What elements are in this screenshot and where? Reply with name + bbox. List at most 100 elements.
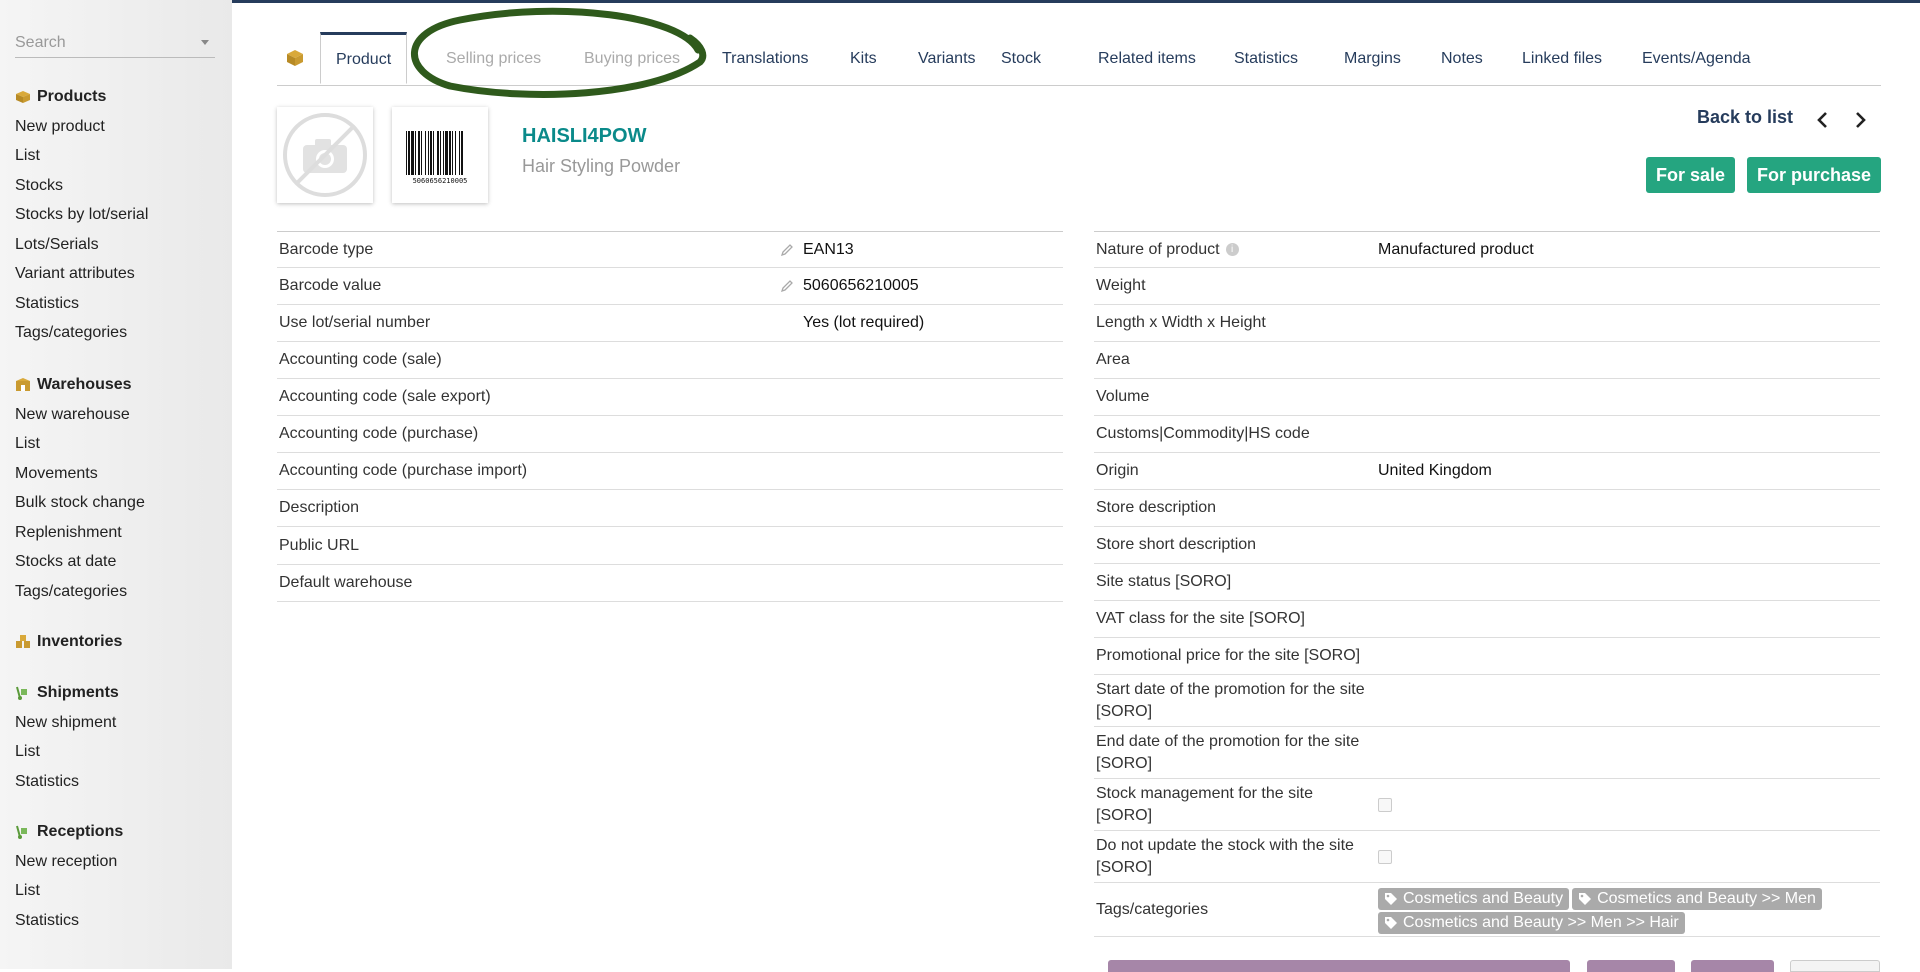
category-tag-label: Cosmetics and Beauty <box>1403 889 1564 907</box>
field-label-text: Do not update the stock with the site [S… <box>1096 836 1354 876</box>
sidebar-item[interactable]: New warehouse <box>15 400 145 430</box>
sidebar-section-inventories: Inventories <box>15 627 122 657</box>
field-row: Promotional price for the site [SORO] <box>1094 638 1880 675</box>
field-label-text: End date of the promotion for the site [… <box>1096 732 1360 772</box>
field-row: Store description <box>1094 490 1880 527</box>
field-row: Default warehouse <box>277 565 1063 602</box>
previous-arrow-icon[interactable] <box>1813 110 1833 130</box>
sidebar-section-title[interactable]: Inventories <box>15 627 122 657</box>
sidebar-item[interactable]: Stocks at date <box>15 548 145 578</box>
for-sale-badge[interactable]: For sale <box>1646 157 1736 193</box>
sidebar-item[interactable]: New reception <box>15 847 123 877</box>
category-tag[interactable]: Cosmetics and Beauty >> Men <box>1572 887 1822 910</box>
field-label-text: Area <box>1096 351 1130 368</box>
tab-kits[interactable]: Kits <box>850 32 877 85</box>
category-tag[interactable]: Cosmetics and Beauty >> Men >> Hair <box>1378 911 1685 934</box>
sidebar-item[interactable]: New shipment <box>15 708 119 738</box>
action-button[interactable] <box>1587 960 1675 972</box>
tab-translations[interactable]: Translations <box>722 32 809 85</box>
next-arrow-icon[interactable] <box>1850 110 1870 130</box>
sidebar-section-title[interactable]: Warehouses <box>15 370 145 400</box>
field-label: Do not update the stock with the site [S… <box>1096 831 1366 882</box>
field-row: Accounting code (purchase import) <box>277 453 1063 490</box>
tab-variants[interactable]: Variants <box>918 32 976 85</box>
tab-margins[interactable]: Margins <box>1344 32 1401 85</box>
sidebar-item[interactable]: List <box>15 738 119 768</box>
checkbox[interactable] <box>1378 797 1392 812</box>
sidebar-item[interactable]: Tags/categories <box>15 319 148 349</box>
field-label: Start date of the promotion for the site… <box>1096 675 1366 726</box>
field-label: Accounting code (purchase import) <box>279 462 528 479</box>
field-label: Use lot/serial number <box>279 314 431 331</box>
field-label: Accounting code (purchase) <box>279 425 479 442</box>
pencil-edit-icon[interactable] <box>780 232 794 267</box>
product-box-icon[interactable] <box>285 48 305 68</box>
field-row: Public URL <box>277 527 1063 565</box>
field-row: Length x Width x Height <box>1094 305 1880 342</box>
sidebar-item[interactable]: Statistics <box>15 289 148 319</box>
sidebar-item[interactable]: Stocks <box>15 171 148 201</box>
action-button[interactable] <box>1691 960 1774 972</box>
field-value: Manufactured product <box>1378 240 1534 258</box>
sidebar-section-title[interactable]: Products <box>15 82 148 112</box>
category-tag-label: Cosmetics and Beauty >> Men <box>1597 889 1816 907</box>
field-row: End date of the promotion for the site [… <box>1094 727 1880 779</box>
field-row: Origin United Kingdom <box>1094 453 1880 490</box>
category-tag[interactable]: Cosmetics and Beauty <box>1378 887 1570 910</box>
sidebar-section-label: Products <box>37 88 107 105</box>
tab-linked-files[interactable]: Linked files <box>1522 32 1602 85</box>
field-label: Tags/categories <box>1096 883 1366 936</box>
field-label: Promotional price for the site [SORO] <box>1096 638 1366 674</box>
category-tag-label: Cosmetics and Beauty >> Men >> Hair <box>1403 913 1679 931</box>
sidebar-item[interactable]: List <box>15 430 145 460</box>
sidebar-item[interactable]: Statistics <box>15 767 119 797</box>
box-icon <box>15 90 31 104</box>
back-to-list-link[interactable]: Back to list <box>1697 107 1793 128</box>
tab-product[interactable]: Product <box>320 32 408 84</box>
sidebar-item[interactable]: Stocks by lot/serial <box>15 201 148 231</box>
sidebar-item[interactable]: List <box>15 877 123 907</box>
field-value: 5060656210005 <box>803 277 919 294</box>
pencil-edit-icon[interactable] <box>780 268 794 304</box>
field-row: Accounting code (purchase) <box>277 416 1063 453</box>
sidebar-section-label: Shipments <box>37 684 119 701</box>
caret-down-icon[interactable] <box>201 40 209 45</box>
sidebar-item[interactable]: Bulk stock change <box>15 489 145 519</box>
action-button[interactable] <box>1108 960 1570 972</box>
tab-related-items[interactable]: Related items <box>1098 32 1196 85</box>
field-label: Length x Width x Height <box>1096 305 1366 341</box>
sidebar-section-warehouses: Warehouses New warehouse List Movements Bulk… <box>15 370 145 607</box>
tab-events-agenda[interactable]: Events/Agenda <box>1642 32 1751 85</box>
product-photo-placeholder[interactable] <box>277 107 373 203</box>
right-field-table: Nature of product i Manufactured product We… <box>1094 231 1880 937</box>
sidebar-section-title[interactable]: Receptions <box>15 817 123 847</box>
product-label: Hair Styling Powder <box>522 156 681 176</box>
sidebar-item[interactable]: New product <box>15 112 148 142</box>
tab-notes[interactable]: Notes <box>1441 32 1483 85</box>
sidebar-item[interactable]: List <box>15 142 148 172</box>
checkbox[interactable] <box>1378 849 1392 864</box>
sidebar-section-title[interactable]: Shipments <box>15 678 119 708</box>
tab-statistics[interactable]: Statistics <box>1234 32 1298 85</box>
sidebar-item[interactable]: Tags/categories <box>15 577 145 607</box>
field-label-text: Start date of the promotion for the site… <box>1096 680 1365 720</box>
sidebar-item[interactable]: Lots/Serials <box>15 230 148 260</box>
tab-stock[interactable]: Stock <box>1001 32 1041 85</box>
for-purchase-badge[interactable]: For purchase <box>1747 157 1882 193</box>
field-label: Stock management for the site [SORO] <box>1096 779 1366 830</box>
sidebar-item[interactable]: Replenishment <box>15 518 145 548</box>
sidebar-item[interactable]: Statistics <box>15 906 123 936</box>
barcode-image[interactable]: 5060656210005 <box>392 107 488 203</box>
sidebar-item[interactable]: Movements <box>15 459 145 489</box>
field-row: Accounting code (sale) <box>277 342 1063 379</box>
info-icon[interactable]: i <box>1225 243 1239 256</box>
action-button[interactable] <box>1790 960 1880 972</box>
field-label-text: Nature of product <box>1096 240 1220 258</box>
field-value <box>1378 831 1392 882</box>
left-sidebar: Search Products New product List Stocks Stoc… <box>0 0 232 969</box>
sidebar-item[interactable]: Variant attributes <box>15 260 148 290</box>
search-select[interactable]: Search <box>15 31 215 58</box>
field-label-text: Tags/categories <box>1096 900 1209 918</box>
field-label-text: Stock management for the site [SORO] <box>1096 784 1313 824</box>
field-row: Weight <box>1094 268 1880 305</box>
